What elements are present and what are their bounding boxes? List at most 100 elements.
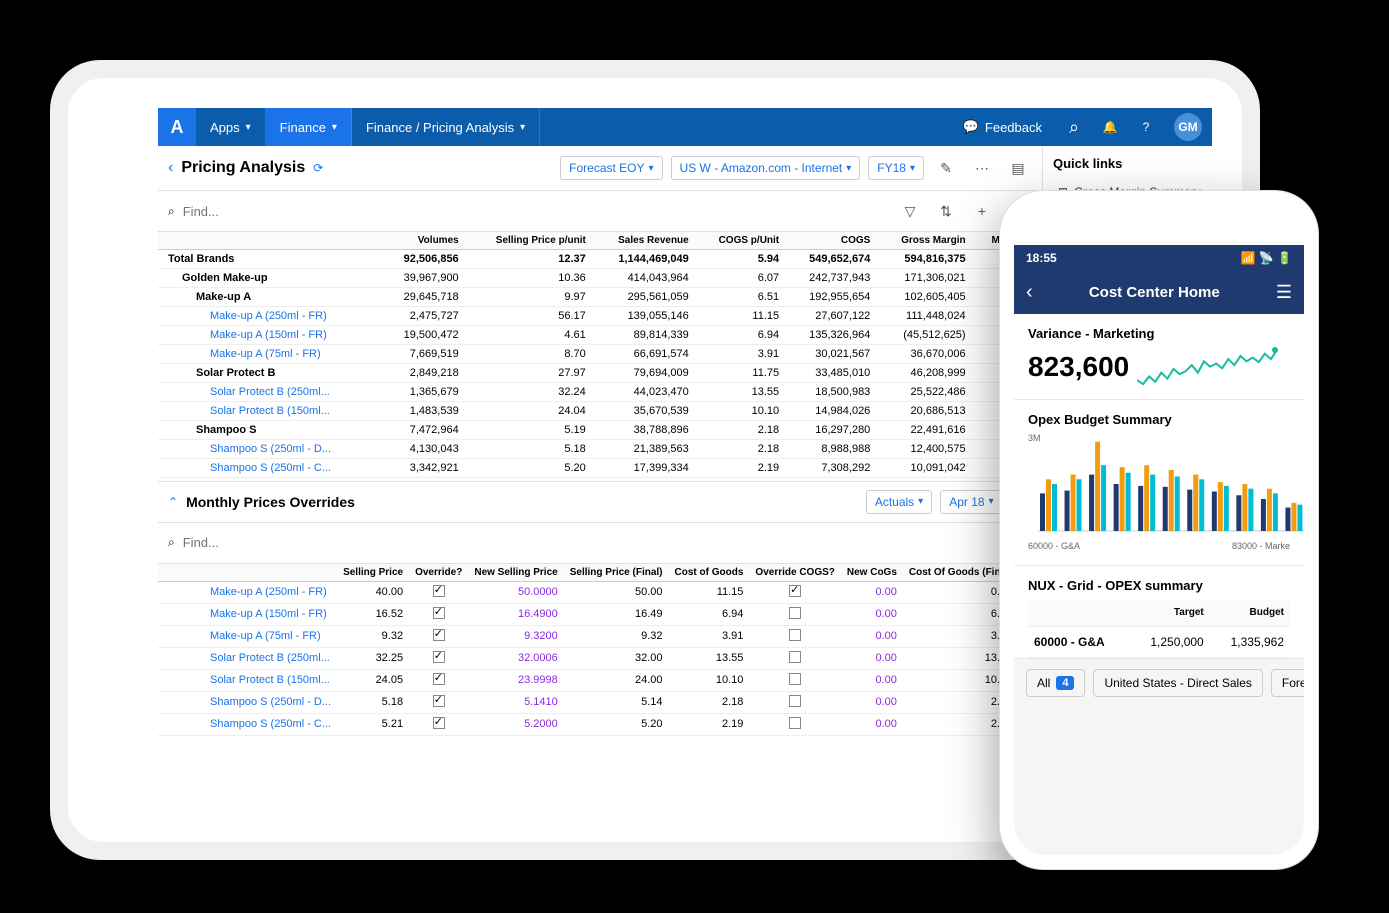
phone-menu-button[interactable]: ☰ — [1276, 282, 1292, 303]
table-row[interactable]: Make-up A (250ml - FR)40.0050.000050.001… — [158, 581, 1042, 603]
table-row[interactable]: Shampoo S7,472,9645.1938,788,8962.1816,2… — [158, 421, 1042, 440]
override-checkbox[interactable] — [789, 629, 801, 641]
back-button[interactable]: ‹ — [168, 159, 173, 177]
opex-card[interactable]: Opex Budget Summary 3M 60000 - G&A 83000… — [1014, 400, 1304, 566]
column-header[interactable]: Override COGS? — [749, 564, 840, 582]
override-checkbox[interactable] — [789, 673, 801, 685]
table-row[interactable]: Total Brands92,506,85612.371,144,469,049… — [158, 250, 1042, 269]
column-header[interactable]: Gross Margin — [876, 232, 971, 250]
table-row[interactable]: Shampoo S (250ml - D...4,130,0435.1821,3… — [158, 440, 1042, 459]
scope-dropdown[interactable]: US W - Amazon.com - Internet ▾ — [671, 156, 861, 180]
sort-icon: ⇅ — [940, 203, 952, 220]
search-icon: ⌕ — [168, 535, 175, 550]
collapse-button[interactable]: ⌃ — [168, 495, 178, 509]
variance-card[interactable]: Variance - Marketing 823,600 — [1014, 314, 1304, 400]
override-checkbox[interactable] — [433, 717, 445, 729]
table-row[interactable]: Golden Make-up39,967,90010.36414,043,964… — [158, 269, 1042, 288]
phone-header: 18:55 📶 📡 🔋 ‹ Cost Center Home ☰ — [1014, 245, 1304, 314]
override-checkbox[interactable] — [789, 607, 801, 619]
table-row[interactable]: Solar Protect B (150ml...1,483,53924.043… — [158, 402, 1042, 421]
table-row[interactable]: Solar Protect B (250ml...1,365,67932.244… — [158, 383, 1042, 402]
find-input[interactable] — [183, 204, 888, 219]
override-checkbox[interactable] — [433, 585, 445, 597]
edit-button[interactable]: ✎ — [932, 154, 960, 182]
help-button[interactable]: ? — [1128, 108, 1164, 146]
apps-menu[interactable]: Apps ▾ — [196, 108, 266, 146]
page-header: ‹ Pricing Analysis ⟳ Forecast EOY ▾ US W… — [158, 146, 1042, 191]
breadcrumb-menu[interactable]: Finance / Pricing Analysis ▾ — [352, 108, 540, 146]
table-row[interactable]: Make-up A (75ml - FR)9.329.32009.323.910… — [158, 625, 1042, 647]
phone-back-button[interactable]: ‹ — [1026, 281, 1033, 304]
column-header[interactable]: Override? — [409, 564, 468, 582]
app-logo[interactable]: A — [158, 108, 196, 146]
override-checkbox[interactable] — [789, 695, 801, 707]
panel-toggle[interactable]: ▤ — [1004, 154, 1032, 182]
table-row[interactable]: Make-up A29,645,7189.97295,561,0596.5119… — [158, 288, 1042, 307]
apps-label: Apps — [210, 120, 240, 135]
table-row[interactable]: Make-up A (150ml - FR)19,500,4724.6189,8… — [158, 326, 1042, 345]
override-checkbox[interactable] — [789, 651, 801, 663]
sort-button[interactable]: ⇅ — [932, 197, 960, 225]
finance-menu[interactable]: Finance ▾ — [266, 108, 352, 146]
chip-scope[interactable]: United States - Direct Sales — [1093, 669, 1262, 697]
overrides-find-input[interactable] — [183, 535, 996, 550]
column-header[interactable]: New CoGs — [841, 564, 903, 582]
feedback-button[interactable]: 💬 Feedback — [949, 108, 1056, 146]
chevron-down-icon: ▾ — [246, 122, 251, 133]
table-row[interactable]: Solar Protect B (250ml...32.2532.000632.… — [158, 647, 1042, 669]
override-checkbox[interactable] — [433, 695, 445, 707]
chevron-down-icon: ▾ — [989, 496, 994, 507]
refresh-button[interactable]: ⟳ — [313, 161, 323, 175]
more-button[interactable]: ⋯ — [968, 154, 996, 182]
column-header[interactable]: Cost of Goods — [669, 564, 750, 582]
column-header[interactable]: New Selling Price — [468, 564, 563, 582]
variance-title: Variance - Marketing — [1028, 326, 1290, 341]
panel-icon: ▤ — [1011, 160, 1024, 177]
filter-button[interactable]: ▽ — [896, 197, 924, 225]
override-checkbox[interactable] — [433, 607, 445, 619]
more-icon: ⋯ — [975, 160, 989, 177]
actuals-dropdown[interactable]: Actuals ▾ — [866, 490, 932, 514]
user-avatar[interactable]: GM — [1174, 113, 1202, 141]
table-row[interactable]: Shampoo S (250ml - C...5.215.20005.202.1… — [158, 713, 1042, 735]
table-row[interactable]: 60000 - G&A1,250,0001,335,962 — [1028, 627, 1290, 658]
column-header[interactable]: Selling Price (Final) — [564, 564, 669, 582]
forecast-dropdown[interactable]: Forecast EOY ▾ — [560, 156, 662, 180]
table-row[interactable]: Shampoo S (250ml - D...5.185.14105.142.1… — [158, 691, 1042, 713]
override-checkbox[interactable] — [789, 585, 801, 597]
search-icon: ⌕ — [1069, 117, 1079, 138]
nux-card[interactable]: NUX - Grid - OPEX summary TargetBudget 6… — [1014, 566, 1304, 659]
notifications-button[interactable]: 🔔 — [1092, 108, 1128, 146]
override-checkbox[interactable] — [433, 673, 445, 685]
overrides-find-row: ⌕ ⇅ — [158, 523, 1042, 564]
table-row[interactable]: Make-up A (250ml - FR)2,475,72756.17139,… — [158, 307, 1042, 326]
table-row[interactable]: Make-up A (75ml - FR)7,669,5198.7066,691… — [158, 345, 1042, 364]
chevron-down-icon: ▾ — [520, 122, 525, 133]
column-header[interactable]: Selling Price — [337, 564, 409, 582]
table-row[interactable]: Solar Protect B (150ml...24.0523.999824.… — [158, 669, 1042, 691]
override-checkbox[interactable] — [433, 651, 445, 663]
override-checkbox[interactable] — [433, 629, 445, 641]
nux-table: TargetBudget 60000 - G&A1,250,0001,335,9… — [1028, 599, 1290, 658]
column-header[interactable]: COGS — [785, 232, 876, 250]
column-header[interactable]: Volumes — [381, 232, 465, 250]
phone-frame: 18:55 📶 📡 🔋 ‹ Cost Center Home ☰ Varianc… — [999, 190, 1319, 870]
chip-fore[interactable]: Fore — [1271, 669, 1304, 697]
table-row[interactable]: Make-up A (150ml - FR)16.5216.490016.496… — [158, 603, 1042, 625]
column-header[interactable]: COGS p/Unit — [695, 232, 785, 250]
phone-time: 18:55 — [1026, 251, 1057, 265]
chip-all[interactable]: All 4 — [1026, 669, 1085, 697]
column-header[interactable] — [158, 564, 337, 582]
month-dropdown[interactable]: Apr 18 ▾ — [940, 490, 1002, 514]
year-dropdown[interactable]: FY18 ▾ — [868, 156, 924, 180]
search-button[interactable]: ⌕ — [1056, 108, 1092, 146]
variance-value: 823,600 — [1028, 351, 1129, 383]
chat-icon: 💬 — [963, 119, 979, 135]
column-header[interactable] — [158, 232, 381, 250]
column-header[interactable]: Selling Price p/unit — [465, 232, 592, 250]
table-row[interactable]: Solar Protect B2,849,21827.9779,694,0091… — [158, 364, 1042, 383]
override-checkbox[interactable] — [789, 717, 801, 729]
column-header[interactable]: Sales Revenue — [592, 232, 695, 250]
add-button[interactable]: + — [968, 197, 996, 225]
table-row[interactable]: Shampoo S (250ml - C...3,342,9215.2017,3… — [158, 459, 1042, 478]
